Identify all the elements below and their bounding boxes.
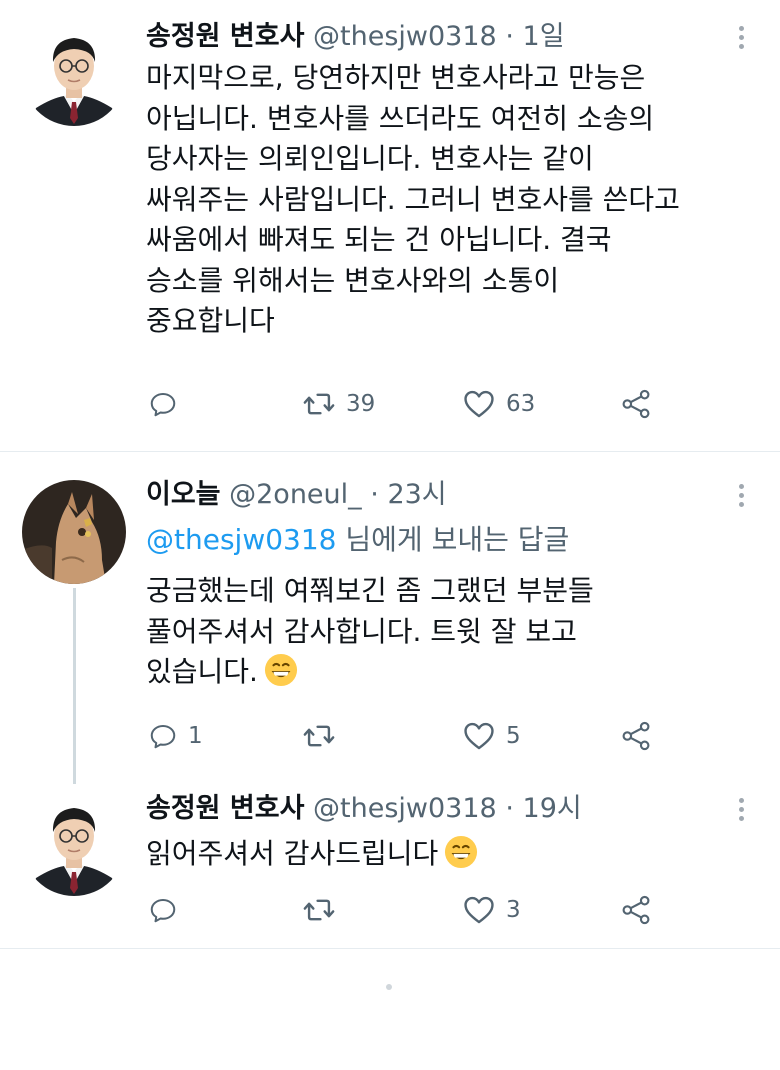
more-options-icon[interactable] bbox=[726, 478, 756, 512]
like-button[interactable]: 5 bbox=[462, 716, 521, 756]
tweet-text-line: 마지막으로, 당연하지만 변호사라고 만능은 bbox=[146, 61, 646, 94]
reply-mention-link[interactable]: @thesjw0318 bbox=[146, 523, 336, 556]
author-name[interactable]: 송정원 변호사 bbox=[146, 793, 304, 824]
like-count: 5 bbox=[506, 723, 521, 749]
share-button[interactable] bbox=[620, 384, 652, 424]
lawyer-avatar[interactable] bbox=[22, 792, 126, 896]
cat-illustration-icon bbox=[22, 480, 126, 584]
tweet-1[interactable]: 송정원 변호사 @thesjw0318 · 1일 마지막으로, 당연하지만 변호… bbox=[0, 0, 780, 450]
lawyer-portrait-icon bbox=[22, 792, 126, 896]
separator-dot: · bbox=[505, 793, 514, 824]
lawyer-portrait-icon bbox=[22, 22, 126, 126]
tweet-header: 송정원 변호사 @thesjw0318 · 19시 bbox=[146, 792, 582, 826]
replying-to: @thesjw0318 님에게 보내는 답글 bbox=[146, 520, 569, 560]
retweet-icon bbox=[302, 387, 336, 421]
author-handle[interactable]: @thesjw0318 bbox=[313, 21, 497, 52]
tweet-time[interactable]: 19시 bbox=[523, 793, 582, 824]
heart-icon bbox=[462, 893, 496, 927]
heart-icon bbox=[462, 387, 496, 421]
tweet-time[interactable]: 1일 bbox=[523, 21, 565, 52]
tweet-text: 읽어주셔서 감사드립니다 bbox=[146, 834, 756, 875]
tweet-text-line: 싸움에서 빠져도 되는 건 아닙니다. 결국 bbox=[146, 223, 612, 256]
more-options-icon[interactable] bbox=[726, 792, 756, 826]
retweet-button[interactable] bbox=[302, 716, 346, 756]
tweet-text-line: 궁금했는데 여쭤보긴 좀 그랬던 부분들 bbox=[146, 574, 594, 607]
tweet-text-line: 싸워주는 사람입니다. 그러니 변호사를 쓴다고 bbox=[146, 182, 680, 216]
tweet-actions: 3 bbox=[146, 890, 766, 930]
reply-icon bbox=[148, 895, 178, 925]
like-count: 63 bbox=[506, 391, 536, 417]
tweet-text-line: 풀어주셔서 감사합니다. 트윗 잘 보고 bbox=[146, 614, 577, 648]
tweet-text-line: 있습니다. bbox=[146, 652, 756, 693]
reply-button[interactable]: 1 bbox=[148, 716, 203, 756]
like-button[interactable]: 63 bbox=[462, 384, 535, 424]
retweet-icon bbox=[302, 893, 336, 927]
tweet-header: 이오늘 @2oneul_ · 23시 bbox=[146, 478, 447, 512]
reply-icon bbox=[148, 721, 178, 751]
grinning-face-emoji-icon bbox=[444, 835, 478, 869]
retweet-count: 39 bbox=[346, 391, 376, 417]
reply-icon bbox=[148, 389, 178, 419]
author-handle[interactable]: @thesjw0318 bbox=[313, 793, 497, 824]
like-button[interactable]: 3 bbox=[462, 890, 521, 930]
tweet-text-line-end: 읽어주셔서 감사드립니다 bbox=[146, 837, 439, 870]
retweet-button[interactable] bbox=[302, 890, 346, 930]
tweet-2[interactable]: 이오늘 @2oneul_ · 23시 @thesjw0318 님에게 보내는 답… bbox=[0, 452, 780, 782]
separator-dot: · bbox=[370, 479, 379, 510]
grinning-face-emoji-icon bbox=[264, 653, 298, 687]
tweet-actions: 1 5 bbox=[146, 716, 766, 756]
tweet-actions: 39 63 bbox=[146, 384, 766, 424]
share-icon bbox=[620, 894, 652, 926]
more-options-icon[interactable] bbox=[726, 20, 756, 54]
share-icon bbox=[620, 720, 652, 752]
lawyer-avatar[interactable] bbox=[22, 22, 126, 126]
tweet-text-line: 읽어주셔서 감사드립니다 bbox=[146, 834, 756, 875]
tweet-text: 마지막으로, 당연하지만 변호사라고 만능은 아닙니다. 변호사를 쓰더라도 여… bbox=[146, 58, 756, 342]
author-handle[interactable]: @2oneul_ bbox=[229, 479, 362, 510]
tweet-header: 송정원 변호사 @thesjw0318 · 1일 bbox=[146, 20, 565, 54]
share-icon bbox=[620, 388, 652, 420]
author-name[interactable]: 송정원 변호사 bbox=[146, 21, 304, 52]
tweet-text-line: 승소를 위해서는 변호사와의 소통이 bbox=[146, 263, 560, 297]
retweet-icon bbox=[302, 719, 336, 753]
reply-button[interactable] bbox=[148, 890, 188, 930]
share-button[interactable] bbox=[620, 716, 652, 756]
like-count: 3 bbox=[506, 897, 521, 923]
loading-indicator bbox=[386, 984, 392, 990]
retweet-button[interactable]: 39 bbox=[302, 384, 375, 424]
tweet-time[interactable]: 23시 bbox=[387, 479, 446, 510]
tweet-text-line: 당사자는 의뢰인입니다. 변호사는 같이 bbox=[146, 142, 594, 175]
reply-to-label: 님에게 보내는 답글 bbox=[336, 523, 570, 556]
tweet-text-line: 아닙니다. 변호사를 쓰더라도 여전히 소송의 bbox=[146, 101, 655, 135]
tweet-text-line-end: 있습니다. bbox=[146, 655, 258, 688]
separator-dot: · bbox=[505, 21, 514, 52]
author-name[interactable]: 이오늘 bbox=[146, 479, 221, 510]
heart-icon bbox=[462, 719, 496, 753]
tweet-text-line: 중요합니다 bbox=[146, 304, 275, 337]
reply-button[interactable] bbox=[148, 384, 188, 424]
reply-count: 1 bbox=[188, 723, 203, 749]
tweet-divider bbox=[0, 948, 780, 949]
share-button[interactable] bbox=[620, 890, 652, 930]
tweet-3[interactable]: 송정원 변호사 @thesjw0318 · 19시 읽어주셔서 감사드립니다 3 bbox=[0, 782, 780, 948]
tweet-text: 궁금했는데 여쭤보긴 좀 그랬던 부분들 풀어주셔서 감사합니다. 트윗 잘 보… bbox=[146, 571, 756, 693]
cat-avatar[interactable] bbox=[22, 480, 126, 584]
